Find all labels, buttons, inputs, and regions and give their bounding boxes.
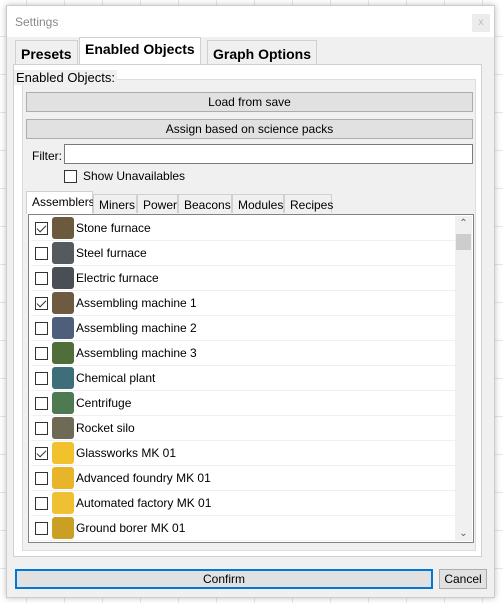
item-checkbox[interactable] xyxy=(35,246,48,260)
item-checkbox[interactable] xyxy=(35,271,48,285)
list-item[interactable]: Glassworks MK 01 xyxy=(31,441,455,466)
machine-icon xyxy=(52,317,74,339)
list-item[interactable]: Automated factory MK 01 xyxy=(31,491,455,516)
tab-presets[interactable]: Presets xyxy=(15,40,78,64)
list-item[interactable]: Chemical plant xyxy=(31,366,455,391)
machine-icon xyxy=(52,217,74,239)
item-label: Ground borer MK 01 xyxy=(76,521,186,535)
machine-icon xyxy=(52,367,74,389)
item-checkbox[interactable] xyxy=(35,296,48,310)
scroll-thumb[interactable] xyxy=(456,234,471,250)
item-checkbox[interactable] xyxy=(35,471,48,485)
filter-label: Filter: xyxy=(32,149,62,163)
item-checkbox[interactable] xyxy=(35,321,48,335)
list-item[interactable]: Electric furnace xyxy=(31,266,455,291)
item-checkbox[interactable] xyxy=(35,396,48,410)
item-label: Advanced foundry MK 01 xyxy=(76,471,211,485)
item-checkbox[interactable] xyxy=(35,446,48,460)
item-checkbox[interactable] xyxy=(35,221,48,235)
item-checkbox[interactable] xyxy=(35,521,48,535)
machine-icon xyxy=(52,517,74,539)
machine-icon xyxy=(52,417,74,439)
item-label: Assembling machine 2 xyxy=(76,321,197,335)
list-item[interactable]: Assembling machine 2 xyxy=(31,316,455,341)
list-item[interactable]: Advanced foundry MK 01 xyxy=(31,466,455,491)
tab-graph-options[interactable]: Graph Options xyxy=(207,40,317,64)
subtab-beacons[interactable]: Beacons xyxy=(178,194,232,213)
item-label: Stone furnace xyxy=(76,221,151,235)
assign-science-packs-button[interactable]: Assign based on science packs xyxy=(26,119,473,139)
list-item[interactable]: Assembling machine 1 xyxy=(31,291,455,316)
machine-icon xyxy=(52,492,74,514)
machine-icon xyxy=(52,292,74,314)
window-title: Settings xyxy=(15,15,59,29)
subtab-recipes[interactable]: Recipes xyxy=(284,194,333,213)
close-button[interactable]: x xyxy=(472,14,490,32)
machine-icon xyxy=(52,442,74,464)
scroll-up-icon[interactable]: ⌃ xyxy=(455,218,472,229)
scrollbar[interactable]: ⌃ ⌄ xyxy=(455,216,472,541)
show-unavailables-label: Show Unavailables xyxy=(83,169,186,183)
item-checkbox[interactable] xyxy=(35,496,48,510)
item-checkbox[interactable] xyxy=(35,371,48,385)
machine-icon xyxy=(52,342,74,364)
item-label: Glassworks MK 01 xyxy=(76,446,177,460)
subtab-miners[interactable]: Miners xyxy=(93,194,137,213)
item-label: Steel furnace xyxy=(76,246,147,260)
assembler-list[interactable]: Stone furnace Steel furnace Electric furna… xyxy=(28,214,474,543)
list-item[interactable]: Centrifuge xyxy=(31,391,455,416)
checkbox[interactable] xyxy=(64,169,77,183)
title-bar: Settings x xyxy=(7,6,494,37)
machine-icon xyxy=(52,267,74,289)
filter-input[interactable] xyxy=(64,144,473,164)
subtab-power[interactable]: Power xyxy=(137,194,178,213)
scroll-down-icon[interactable]: ⌄ xyxy=(455,528,472,539)
tab-enabled-objects[interactable]: Enabled Objects xyxy=(79,37,201,65)
list-item[interactable]: Assembling machine 3 xyxy=(31,341,455,366)
group-label: Enabled Objects: xyxy=(14,70,118,85)
item-checkbox[interactable] xyxy=(35,421,48,435)
subtab-assemblers[interactable]: Assemblers xyxy=(26,191,95,214)
item-label: Centrifuge xyxy=(76,396,132,410)
list-item[interactable]: Stone furnace xyxy=(31,216,455,241)
item-checkbox[interactable] xyxy=(35,346,48,360)
list-item[interactable]: Steel furnace xyxy=(31,241,455,266)
item-label: Automated factory MK 01 xyxy=(76,496,212,510)
item-label: Assembling machine 1 xyxy=(76,296,197,310)
machine-icon xyxy=(52,242,74,264)
machine-icon xyxy=(52,467,74,489)
item-label: Rocket silo xyxy=(76,421,135,435)
item-label: Assembling machine 3 xyxy=(76,346,197,360)
cancel-button[interactable]: Cancel xyxy=(439,569,487,589)
machine-icon xyxy=(52,392,74,414)
item-label: Chemical plant xyxy=(76,371,156,385)
list-item[interactable]: Rocket silo xyxy=(31,416,455,441)
load-from-save-button[interactable]: Load from save xyxy=(26,92,473,112)
show-unavailables-checkbox[interactable]: Show Unavailables xyxy=(64,169,185,183)
confirm-button[interactable]: Confirm xyxy=(15,569,433,589)
subtab-modules[interactable]: Modules xyxy=(232,194,284,213)
item-label: Electric furnace xyxy=(76,271,159,285)
list-item[interactable]: Ground borer MK 01 xyxy=(31,516,455,541)
